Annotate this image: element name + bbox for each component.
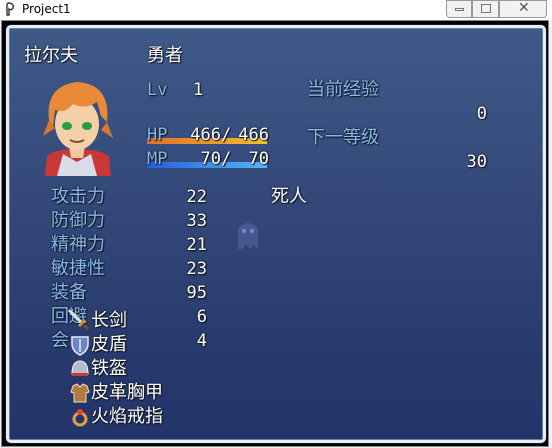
title-bar: Project1 ✕: [0, 0, 552, 20]
maximize-icon: [481, 4, 491, 13]
hp-current: 466: [190, 125, 221, 145]
maximize-button[interactable]: [472, 0, 499, 18]
equip-weapon: 长剑: [91, 310, 127, 331]
armor-icon: [70, 383, 90, 403]
ring-icon: [72, 409, 88, 427]
equip-shield: 皮盾: [91, 334, 127, 355]
param-label-equip: 装备: [51, 282, 87, 303]
hp-separator: /: [221, 125, 232, 145]
game-canvas[interactable]: 拉尔夫 勇者 Lv 1 HP 466 / 466 MP 70 / 70 当前经验…: [1, 20, 549, 447]
actor-face-portrait: [43, 82, 113, 176]
actor-name: 拉尔夫: [24, 45, 78, 66]
minimize-button[interactable]: [446, 0, 472, 18]
actor-state: 死人: [271, 186, 307, 207]
exp-next-label: 下一等级: [307, 127, 379, 148]
actor-class: 勇者: [147, 45, 183, 66]
param-value-critical: 4: [196, 331, 207, 351]
param-label-defense: 防御力: [51, 210, 105, 231]
mp-current: 70: [200, 149, 221, 169]
param-value-evasion: 6: [196, 307, 207, 327]
window-title: Project1: [22, 2, 71, 16]
mp-max: 70: [248, 149, 269, 169]
close-icon: ✕: [518, 0, 530, 16]
param-label-agility: 敏捷性: [51, 258, 105, 279]
equip-helmet: 铁盔: [91, 358, 127, 379]
shield-icon: [71, 336, 89, 356]
mp-separator: /: [221, 149, 232, 169]
param-label-spirit: 精神力: [51, 234, 105, 255]
helmet-icon: [71, 360, 89, 376]
hp-label: HP: [147, 125, 168, 145]
param-value-spirit: 21: [186, 235, 207, 255]
param-value-defense: 33: [186, 211, 207, 231]
hp-max: 466: [238, 125, 269, 145]
param-value-equip: 95: [186, 283, 207, 303]
close-button[interactable]: ✕: [499, 0, 547, 18]
exp-current-value: 0: [476, 104, 487, 124]
sword-icon: [67, 308, 89, 330]
param-value-attack: 22: [186, 187, 207, 207]
status-window: 拉尔夫 勇者 Lv 1 HP 466 / 466 MP 70 / 70 当前经验…: [6, 25, 546, 443]
level-value: 1: [193, 80, 204, 100]
exp-next-value: 30: [466, 152, 487, 172]
ghost-sprite-icon: [238, 223, 258, 249]
param-value-agility: 23: [186, 259, 207, 279]
equip-accessory: 火焰戒指: [91, 406, 163, 427]
minimize-icon: [455, 8, 464, 11]
mp-label: MP: [147, 149, 168, 169]
app-icon: [6, 2, 14, 16]
equip-armor: 皮革胸甲: [91, 382, 163, 403]
param-label-critical: 会: [51, 330, 69, 351]
exp-current-label: 当前经验: [307, 79, 379, 100]
param-label-attack: 攻击力: [51, 186, 105, 207]
level-label: Lv: [147, 80, 168, 100]
